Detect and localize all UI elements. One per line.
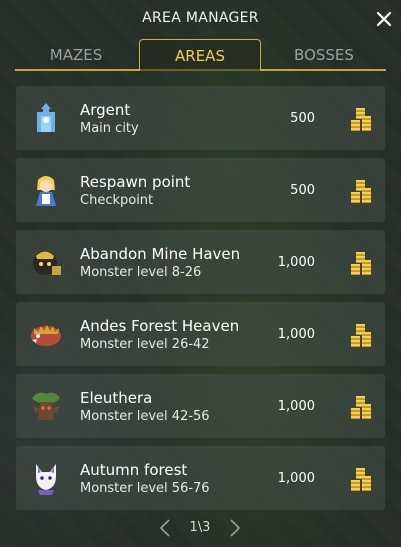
gold-coin-stack-icon [351, 180, 371, 203]
teleport-cost: 1,000 [277, 471, 315, 486]
gold-coin-stack-icon [351, 252, 371, 275]
area-subtitle: Monster level 42-56 [80, 409, 210, 424]
city-icon [37, 103, 55, 132]
area-name: Andes Forest Heaven [80, 317, 240, 335]
close-icon [377, 12, 391, 26]
previous-page-button[interactable] [158, 519, 172, 537]
area-subtitle: Monster level 26-42 [80, 337, 210, 352]
teleport-cost: 500 [290, 111, 315, 126]
area-name: Respawn point [80, 173, 191, 191]
gold-coin-stack-icon [351, 468, 371, 491]
teleport-cost: 1,000 [277, 255, 315, 270]
area-row-eleuthera[interactable]: Eleuthera Monster level 42-56 1,000 [16, 374, 385, 438]
area-subtitle: Monster level 56-76 [80, 481, 210, 496]
area-name: Autumn forest [80, 461, 188, 479]
gold-coin-stack-icon [351, 396, 371, 419]
area-name: Argent [80, 101, 131, 119]
tab-areas[interactable]: AREAS [139, 39, 261, 71]
area-subtitle: Monster level 8-26 [80, 265, 202, 280]
page-indicator: 1\3 [189, 520, 211, 535]
close-button[interactable] [373, 8, 395, 30]
miner-monster-icon [33, 251, 61, 275]
fox-monster-icon [36, 464, 56, 495]
dialog-title: AREA MANAGER [142, 10, 259, 26]
area-subtitle: Checkpoint [80, 193, 154, 208]
gold-coin-stack-icon [351, 108, 371, 131]
boar-monster-icon [31, 325, 61, 346]
area-name: Eleuthera [80, 389, 153, 407]
area-row-abandon-mine-haven[interactable]: Abandon Mine Haven Monster level 8-26 1,… [16, 230, 385, 294]
chevron-left-icon [159, 519, 170, 537]
treant-monster-icon [32, 392, 60, 420]
area-name: Abandon Mine Haven [80, 245, 241, 263]
area-manager-panel: AREA MANAGER MAZES AREAS BOSSES Argent M… [0, 0, 401, 547]
chevron-right-icon [230, 519, 241, 537]
tab-bar: MAZES AREAS BOSSES [15, 39, 386, 71]
teleport-cost: 1,000 [277, 399, 315, 414]
area-subtitle: Main city [80, 121, 139, 136]
area-row-andes-forest-heaven[interactable]: Andes Forest Heaven Monster level 26-42 … [16, 302, 385, 366]
teleport-cost: 1,000 [277, 327, 315, 342]
teleport-cost: 500 [290, 183, 315, 198]
pagination: 1\3 [0, 517, 401, 539]
area-row-autumn-forest[interactable]: Autumn forest Monster level 56-76 1,000 [16, 446, 385, 510]
respawn-npc-icon [36, 176, 56, 206]
tab-bosses[interactable]: BOSSES [263, 39, 385, 71]
tab-mazes[interactable]: MAZES [15, 39, 137, 71]
gold-coin-stack-icon [351, 324, 371, 347]
next-page-button[interactable] [228, 519, 242, 537]
area-row-argent[interactable]: Argent Main city 500 [16, 86, 385, 150]
area-row-respawn-point[interactable]: Respawn point Checkpoint 500 [16, 158, 385, 222]
